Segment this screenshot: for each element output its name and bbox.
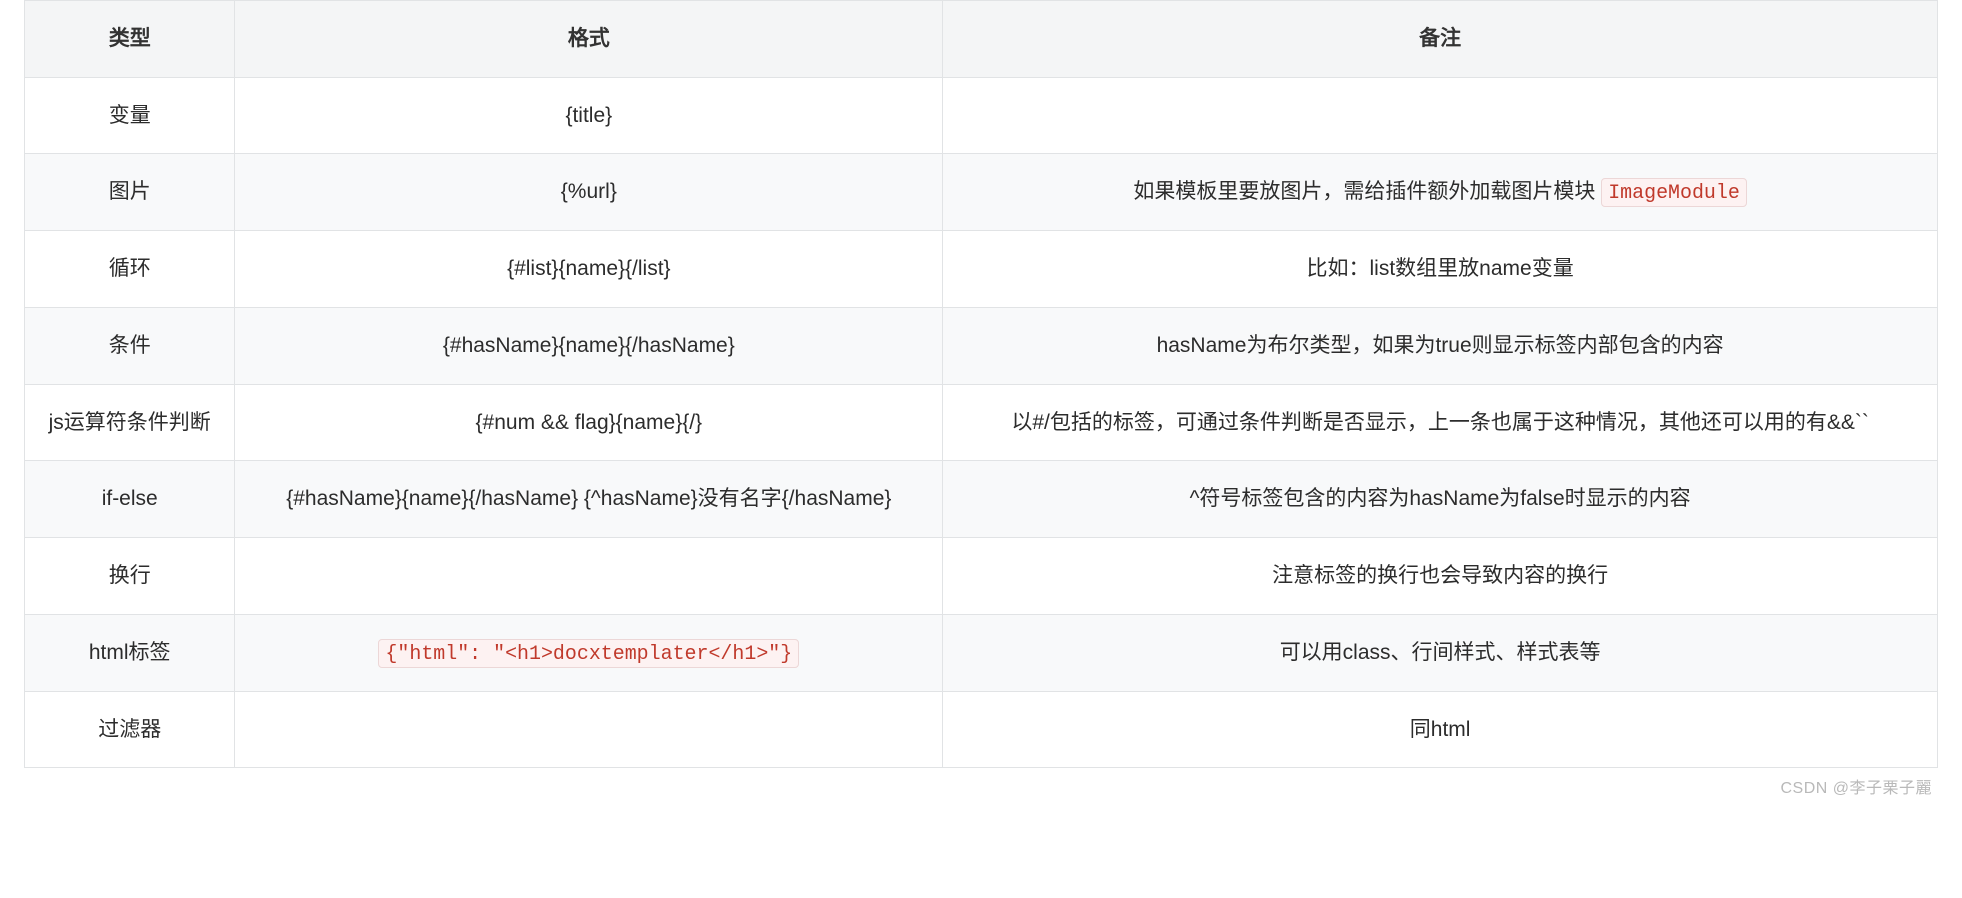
cell-note: 如果模板里要放图片，需给插件额外加载图片模块 ImageModule <box>943 154 1938 231</box>
note-text: 如果模板里要放图片，需给插件额外加载图片模块 <box>1133 180 1601 203</box>
cell-format: {#list}{name}{/list} <box>235 231 943 308</box>
cell-format <box>235 691 943 768</box>
header-format: 格式 <box>235 1 943 78</box>
cell-type: 换行 <box>25 538 235 615</box>
cell-note: 比如：list数组里放name变量 <box>943 231 1938 308</box>
table-row: 过滤器 同html <box>25 691 1938 768</box>
table-row: js运算符条件判断 {#num && flag}{name}{/} 以#/包括的… <box>25 384 1938 461</box>
cell-type: if-else <box>25 461 235 538</box>
watermark: CSDN @李子栗子麗 <box>24 774 1938 798</box>
cell-note: 以#/包括的标签，可通过条件判断是否显示，上一条也属于这种情况，其他还可以用的有… <box>943 384 1938 461</box>
header-note: 备注 <box>943 1 1938 78</box>
cell-note: 注意标签的换行也会导致内容的换行 <box>943 538 1938 615</box>
cell-note: 同html <box>943 691 1938 768</box>
table-row: if-else {#hasName}{name}{/hasName} {^has… <box>25 461 1938 538</box>
cell-format <box>235 538 943 615</box>
cell-format: {"html": "<h1>docxtemplater</h1>"} <box>235 614 943 691</box>
code-image-module: ImageModule <box>1601 178 1747 207</box>
table-row: 变量 {title} <box>25 77 1938 154</box>
cell-format: {%url} <box>235 154 943 231</box>
cell-type: 循环 <box>25 231 235 308</box>
header-type: 类型 <box>25 1 235 78</box>
table-row: 条件 {#hasName}{name}{/hasName} hasName为布尔… <box>25 307 1938 384</box>
cell-format: {#num && flag}{name}{/} <box>235 384 943 461</box>
cell-format: {#hasName}{name}{/hasName} {^hasName}没有名… <box>235 461 943 538</box>
cell-note: ^符号标签包含的内容为hasName为false时显示的内容 <box>943 461 1938 538</box>
cell-type: 变量 <box>25 77 235 154</box>
cell-note <box>943 77 1938 154</box>
page-root: 类型 格式 备注 变量 {title} 图片 {%url} 如果模板里要放图片，… <box>0 0 1962 806</box>
cell-type: 过滤器 <box>25 691 235 768</box>
code-html-example: {"html": "<h1>docxtemplater</h1>"} <box>378 639 799 668</box>
cell-type: html标签 <box>25 614 235 691</box>
cell-note: hasName为布尔类型，如果为true则显示标签内部包含的内容 <box>943 307 1938 384</box>
cell-note: 可以用class、行间样式、样式表等 <box>943 614 1938 691</box>
table-header-row: 类型 格式 备注 <box>25 1 1938 78</box>
cell-format: {#hasName}{name}{/hasName} <box>235 307 943 384</box>
table-row: 循环 {#list}{name}{/list} 比如：list数组里放name变… <box>25 231 1938 308</box>
cell-type: js运算符条件判断 <box>25 384 235 461</box>
cell-type: 图片 <box>25 154 235 231</box>
cell-type: 条件 <box>25 307 235 384</box>
table-row: 换行 注意标签的换行也会导致内容的换行 <box>25 538 1938 615</box>
table-row: 图片 {%url} 如果模板里要放图片，需给插件额外加载图片模块 ImageMo… <box>25 154 1938 231</box>
table-row: html标签 {"html": "<h1>docxtemplater</h1>"… <box>25 614 1938 691</box>
syntax-table: 类型 格式 备注 变量 {title} 图片 {%url} 如果模板里要放图片，… <box>24 0 1938 768</box>
cell-format: {title} <box>235 77 943 154</box>
